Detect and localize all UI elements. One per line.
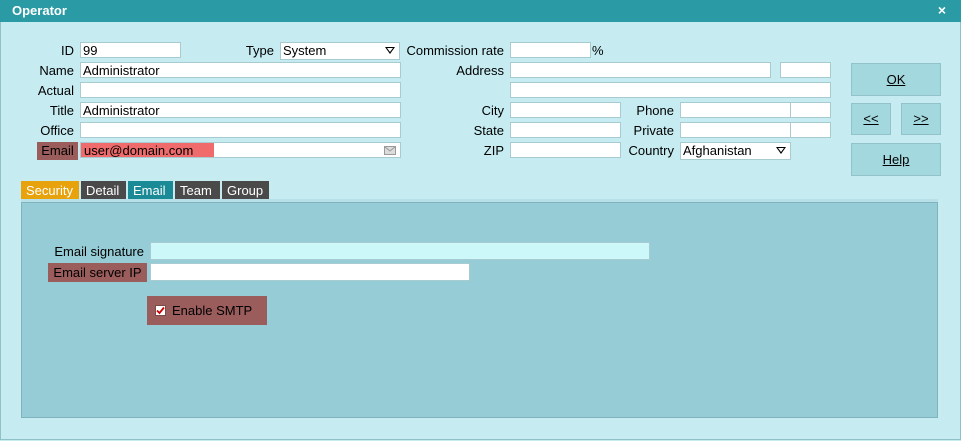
email-value: user@domain.com: [84, 143, 194, 158]
ok-button-label: OK: [886, 72, 906, 87]
tab-email[interactable]: Email: [128, 181, 173, 200]
check-icon: [156, 306, 165, 315]
commission-label: Commission rate: [406, 43, 504, 58]
close-icon[interactable]: ×: [934, 1, 950, 19]
window-title: Operator: [12, 3, 67, 18]
city-label: City: [481, 103, 504, 118]
next-button[interactable]: >>: [901, 103, 941, 135]
type-value: System: [283, 43, 327, 58]
email-server-ip-input[interactable]: [150, 263, 470, 281]
actual-label: Actual: [37, 83, 74, 98]
address-label: Address: [456, 63, 504, 78]
tab-team[interactable]: Team: [175, 181, 220, 200]
help-button[interactable]: Help: [851, 143, 941, 176]
percent-suffix: %: [592, 43, 604, 58]
previous-button-label: <<: [863, 111, 879, 126]
city-input[interactable]: [510, 102, 621, 118]
phone-input[interactable]: [680, 102, 791, 118]
state-label: State: [473, 123, 504, 138]
title-bar: [0, 0, 961, 22]
tab-group[interactable]: Group: [222, 181, 269, 200]
actual-input[interactable]: [80, 82, 401, 98]
email-server-ip-label: Email server IP: [48, 263, 147, 282]
type-dropdown[interactable]: System: [280, 42, 400, 60]
country-dropdown[interactable]: Afghanistan: [680, 142, 791, 160]
phone-ext-input[interactable]: [790, 102, 831, 118]
envelope-icon: [384, 146, 396, 155]
state-input[interactable]: [510, 122, 621, 138]
country-label: Country: [628, 143, 674, 158]
office-label: Office: [40, 123, 74, 138]
tab-security[interactable]: Security: [21, 181, 79, 200]
name-input[interactable]: Administrator: [80, 62, 401, 78]
phone-label: Phone: [636, 103, 674, 118]
title-label: Title: [49, 103, 74, 118]
tab-detail[interactable]: Detail: [81, 181, 126, 200]
email-input[interactable]: user@domain.com: [80, 142, 401, 158]
chevron-down-icon: [385, 47, 395, 54]
private-input[interactable]: [680, 122, 791, 138]
help-button-label: Help: [882, 152, 910, 167]
email-signature-input[interactable]: [150, 242, 650, 260]
address-input[interactable]: [510, 62, 771, 78]
private-label: Private: [633, 123, 674, 138]
previous-button[interactable]: <<: [851, 103, 891, 135]
office-input[interactable]: [80, 122, 401, 138]
zip-label: ZIP: [483, 143, 504, 158]
enable-smtp-checkbox[interactable]: [155, 305, 166, 316]
id-label: ID: [61, 43, 74, 58]
enable-smtp-label: Enable SMTP: [172, 303, 253, 318]
chevron-down-icon: [776, 147, 786, 154]
zip-input[interactable]: [510, 142, 621, 158]
name-label: Name: [39, 63, 74, 78]
private-ext-input[interactable]: [790, 122, 831, 138]
email-label: Email: [37, 142, 78, 160]
title-input[interactable]: Administrator: [80, 102, 401, 118]
address-line2-input[interactable]: [510, 82, 831, 98]
commission-input[interactable]: [510, 42, 591, 58]
email-signature-label: Email signature: [54, 244, 144, 259]
type-label: Type: [245, 43, 274, 58]
ok-button[interactable]: OK: [851, 63, 941, 96]
next-button-label: >>: [913, 111, 929, 126]
enable-smtp-group[interactable]: Enable SMTP: [147, 296, 267, 325]
id-input[interactable]: 99: [80, 42, 181, 58]
country-value: Afghanistan: [683, 143, 752, 158]
address-extra-input[interactable]: [780, 62, 831, 78]
